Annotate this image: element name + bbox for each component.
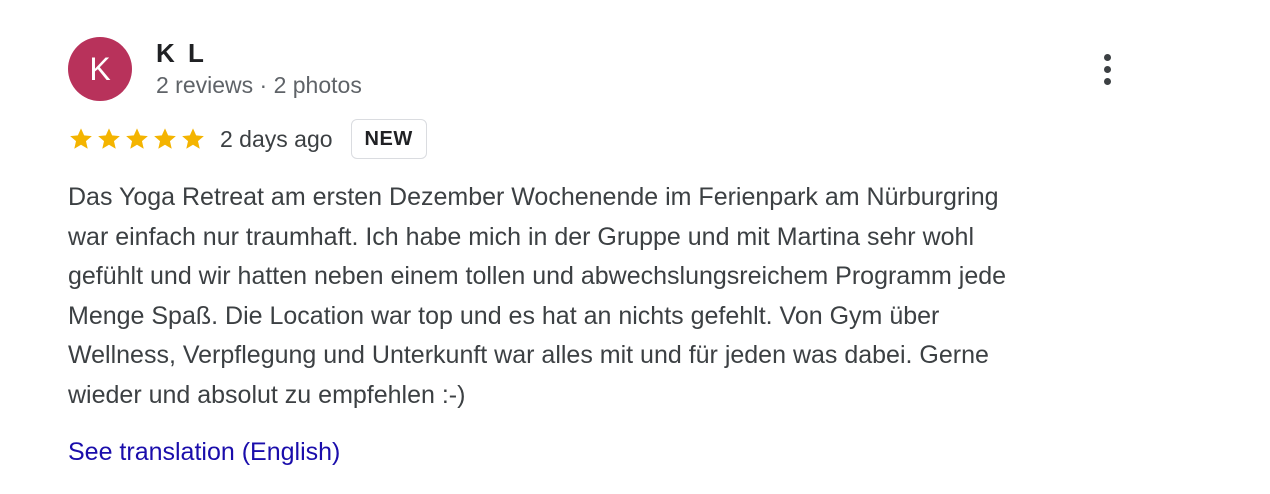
more-vert-icon <box>1103 53 1111 85</box>
star-icon <box>70 128 92 149</box>
star-icon <box>154 128 176 149</box>
review-text: Das Yoga Retreat am ersten Dezember Woch… <box>68 183 1007 409</box>
star-icon <box>126 128 148 149</box>
star-rating <box>68 126 206 152</box>
star-icon <box>182 128 204 149</box>
reviewer-meta[interactable]: 2 reviews · 2 photos <box>156 71 362 99</box>
review-card: K K L 2 reviews · 2 photos 2 days ago NE… <box>0 0 1270 494</box>
new-badge: NEW <box>350 119 427 159</box>
more-options-button[interactable] <box>1090 48 1124 90</box>
review-date: 2 days ago <box>220 126 333 152</box>
star-icon <box>98 128 120 149</box>
reviewer-avatar[interactable]: K <box>68 37 132 101</box>
avatar-initial: K <box>89 51 111 87</box>
rating-row: 2 days ago NEW <box>68 116 427 162</box>
reviewer-name[interactable]: K L <box>156 38 207 68</box>
see-translation-link[interactable]: See translation (English) <box>68 436 340 468</box>
